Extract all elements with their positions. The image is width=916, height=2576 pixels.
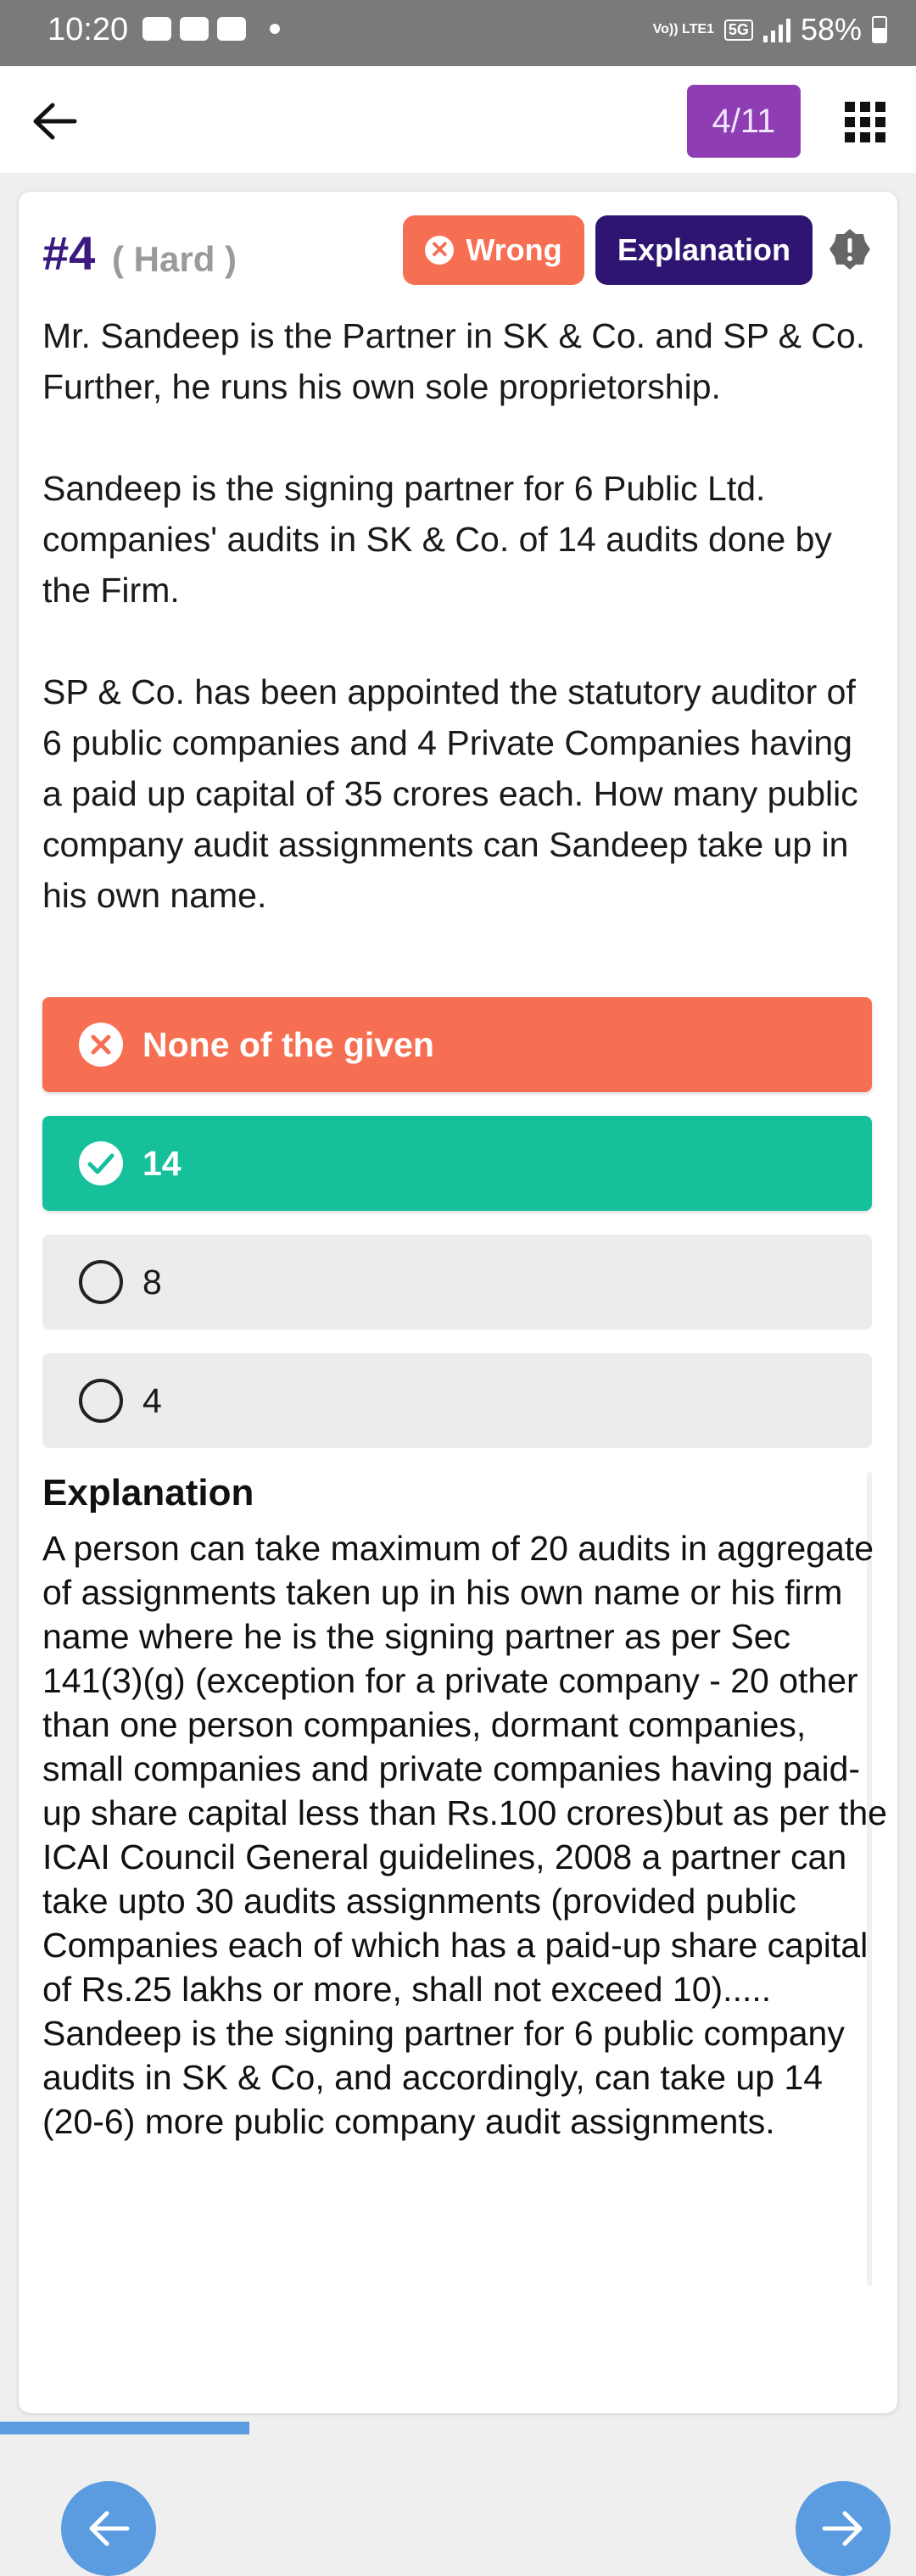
close-circle-icon: ✕ xyxy=(425,236,455,265)
status-right: Vo)) LTE1 5G 58% xyxy=(653,12,887,47)
status-time: 10:20 xyxy=(47,12,129,47)
option-none-of-the-given[interactable]: None of the given xyxy=(42,997,872,1092)
previous-question-button[interactable] xyxy=(61,2481,156,2576)
question-counter[interactable]: 4/11 xyxy=(687,85,801,158)
next-question-button[interactable] xyxy=(796,2481,891,2576)
gallery-icon xyxy=(142,17,171,41)
radio-empty-icon xyxy=(79,1260,123,1304)
battery-percent: 58% xyxy=(800,12,862,47)
result-label: Wrong xyxy=(466,232,562,267)
option-label: None of the given xyxy=(142,1024,434,1064)
back-arrow-icon[interactable] xyxy=(31,100,78,142)
battery-icon xyxy=(872,16,887,43)
explanation-button[interactable]: Explanation xyxy=(595,215,813,285)
report-alert-icon[interactable] xyxy=(828,227,872,271)
question-number: #4 xyxy=(42,226,96,280)
signal-icon xyxy=(762,17,790,42)
arrow-right-icon xyxy=(822,2511,863,2546)
check-circle-icon xyxy=(79,1141,123,1185)
option-4[interactable]: 4 xyxy=(42,1353,872,1448)
result-badge: ✕ Wrong xyxy=(403,215,584,285)
youtube-icon xyxy=(217,17,246,41)
5g-label: 5G xyxy=(723,19,753,41)
option-14[interactable]: 14 xyxy=(42,1116,872,1211)
option-label: 8 xyxy=(142,1262,162,1302)
radio-empty-icon xyxy=(79,1379,123,1423)
status-bar: 10:20 Vo)) LTE1 5G 58% xyxy=(0,0,916,66)
question-text: Mr. Sandeep is the Partner in SK & Co. a… xyxy=(42,310,874,921)
question-paragraph: Sandeep is the signing partner for 6 Pub… xyxy=(42,469,832,610)
question-paragraph: Mr. Sandeep is the Partner in SK & Co. a… xyxy=(42,316,866,406)
arrow-left-icon xyxy=(89,2511,130,2546)
question-difficulty: ( Hard ) xyxy=(112,239,237,279)
explanation-title: Explanation xyxy=(42,1472,254,1514)
grid-menu-icon[interactable] xyxy=(845,102,885,142)
close-circle-icon xyxy=(79,1023,123,1067)
option-label: 14 xyxy=(142,1143,182,1183)
youtube-icon xyxy=(180,17,209,41)
network-label: Vo)) LTE1 xyxy=(652,22,714,36)
question-card: #4 ( Hard ) ✕ Wrong Explanation Mr. Sand… xyxy=(19,192,897,2576)
notification-dot-icon xyxy=(270,24,280,34)
quiz-progress-bar xyxy=(0,2422,249,2434)
option-label: 4 xyxy=(142,1380,162,1420)
app-header: 4/11 xyxy=(0,66,916,173)
explanation-body: A person can take maximum of 20 audits i… xyxy=(42,1529,887,2141)
question-paragraph: SP & Co. has been appointed the statutor… xyxy=(42,672,858,915)
notification-icons xyxy=(142,17,280,41)
option-8[interactable]: 8 xyxy=(42,1235,872,1330)
